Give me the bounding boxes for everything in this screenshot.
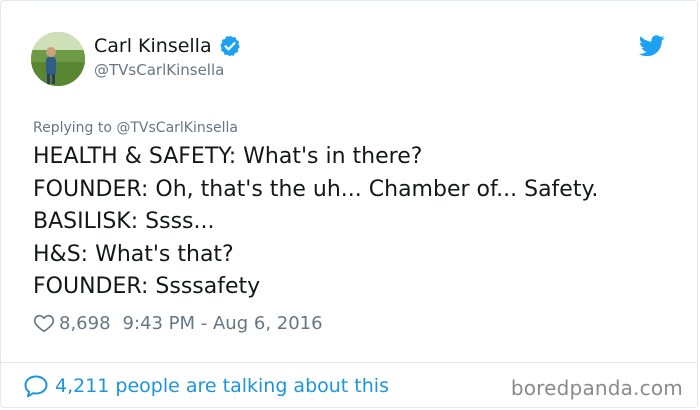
speech-bubble-icon [23,374,49,398]
heart-outline-icon[interactable] [33,312,55,334]
user-handle[interactable]: @TVsCarlKinsella [94,60,242,80]
replying-to-label[interactable]: Replying to @TVsCarlKinsella [33,120,238,136]
talking-count-label[interactable]: 4,211 people are talking about this [55,375,389,397]
user-name-block: Carl Kinsella @TVsCarlKinsella [94,33,242,80]
tweet-body: HEALTH & SAFETY: What's in there? FOUNDE… [33,141,673,304]
tweet-line: FOUNDER: Oh, that's the uh... Chamber of… [33,176,599,202]
verified-badge-icon [218,34,242,58]
display-name[interactable]: Carl Kinsella [94,33,212,59]
like-count[interactable]: 8,698 [59,313,111,334]
tweet-card: Carl Kinsella @TVsCarlKinsella Replying … [0,0,698,408]
display-name-row[interactable]: Carl Kinsella [94,33,242,59]
tweet-timestamp[interactable]: 9:43 PM - Aug 6, 2016 [123,313,323,334]
tweet-line: FOUNDER: Ssssafety [33,274,261,299]
tweet-line: H&S: What's that? [33,241,234,267]
twitter-bird-icon[interactable] [638,35,665,57]
tweet-footer: 4,211 people are talking about this bore… [1,362,697,410]
watermark: boredpanda.com [510,376,683,400]
talking-link[interactable]: 4,211 people are talking about this [23,374,389,398]
tweet-meta: 8,698 9:43 PM - Aug 6, 2016 [33,312,323,334]
tweet-header: Carl Kinsella @TVsCarlKinsella [31,29,667,89]
tweet-line: BASILISK: Ssss... [33,209,215,234]
tweet-line: HEALTH & SAFETY: What's in there? [33,144,423,169]
avatar[interactable] [31,32,85,86]
